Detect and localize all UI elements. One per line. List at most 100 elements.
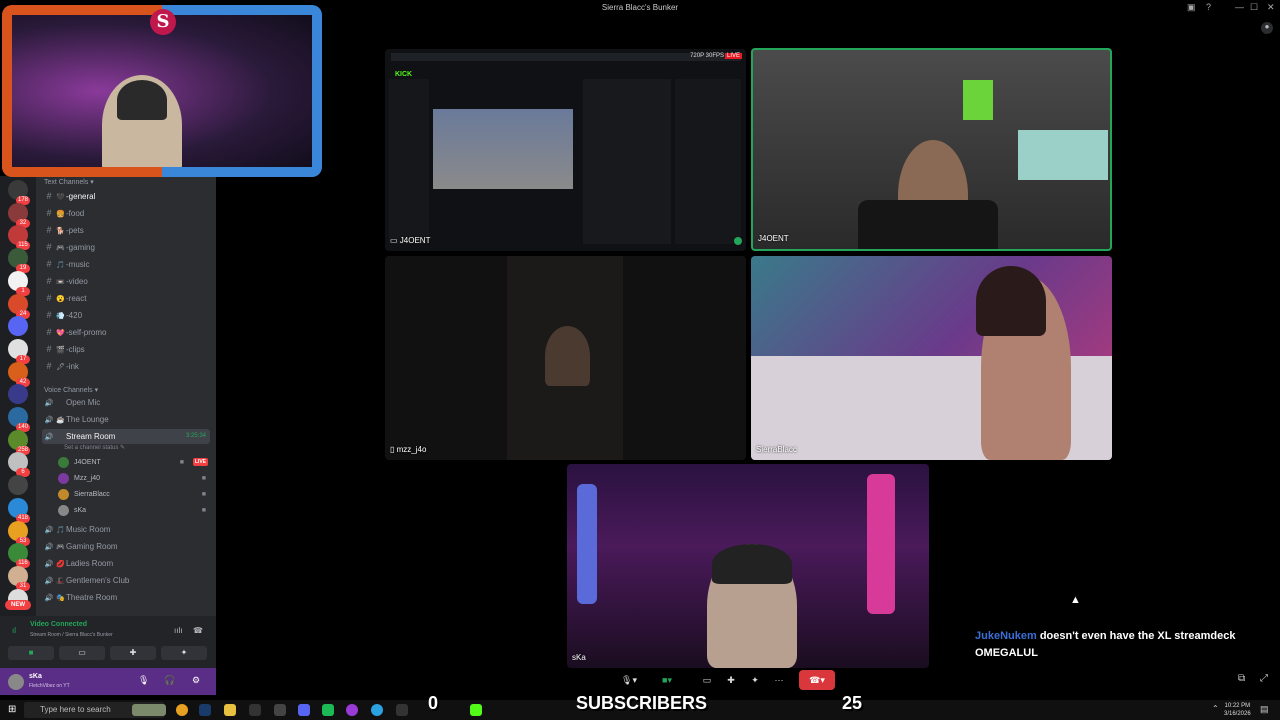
server-icon[interactable]: 53: [8, 520, 30, 546]
server-icon[interactable]: 116: [8, 543, 30, 569]
popout-icon[interactable]: ⧉: [1238, 673, 1245, 684]
text-channel-item[interactable]: # 🖤-general: [42, 189, 210, 204]
minimize-icon[interactable]: —: [1235, 2, 1244, 12]
server-icon[interactable]: [8, 475, 28, 496]
headphones-icon[interactable]: 🎧: [164, 675, 175, 686]
kick-chat: [583, 79, 671, 244]
server-icon[interactable]: 1: [8, 270, 30, 296]
text-channel-item[interactable]: # 🖋-ink: [42, 359, 210, 374]
weather-icon[interactable]: [132, 704, 166, 716]
screen-share-icon[interactable]: ▭: [697, 670, 717, 690]
channel-status[interactable]: Set a channel status ✎: [64, 444, 125, 451]
soundboard-button[interactable]: ✦: [161, 646, 207, 660]
speaker-icon: 🔊: [44, 544, 54, 551]
server-icon[interactable]: 258: [8, 429, 30, 455]
voice-channels-header[interactable]: Voice Channels ▾: [44, 386, 98, 394]
server-icon[interactable]: 115: [8, 225, 30, 251]
file-explorer-icon[interactable]: [224, 704, 236, 716]
voice-user[interactable]: J4OENT LIVE ■: [58, 455, 208, 470]
voice-channel-item[interactable]: 🔊 💋Ladies Room: [42, 556, 210, 571]
activities-icon[interactable]: ✚: [721, 670, 741, 690]
voice-user[interactable]: Mzz_j40 ■: [58, 471, 208, 486]
camera-button[interactable]: ■: [8, 646, 54, 660]
more-options-icon[interactable]: ···: [769, 670, 789, 690]
server-icon[interactable]: 418: [8, 497, 30, 523]
text-channel-item[interactable]: # 🎵-music: [42, 257, 210, 272]
signal-icon[interactable]: ıl: [12, 626, 16, 635]
obs-icon[interactable]: [249, 704, 261, 716]
channel-emoji: 🎮: [56, 544, 65, 551]
app-icon[interactable]: [346, 704, 358, 716]
windows-start-icon[interactable]: ⊞: [8, 704, 16, 715]
help-icon[interactable]: ?: [1206, 2, 1211, 12]
channel-emoji: 📼: [56, 279, 65, 286]
channel-emoji: 🖤: [56, 194, 65, 201]
text-channel-item[interactable]: # 🐕-pets: [42, 223, 210, 238]
taskbar-clock[interactable]: 10:22 PM 3/16/2026: [1224, 702, 1251, 718]
app-icon[interactable]: [274, 704, 286, 716]
video-tile-ska[interactable]: sKa: [567, 464, 929, 668]
text-channel-item[interactable]: # 😮-react: [42, 291, 210, 306]
server-icon[interactable]: 42: [8, 361, 30, 387]
text-channel-item[interactable]: # 💨-420: [42, 308, 210, 323]
video-tile-screen-share[interactable]: 720P 30FPS LIVE KICK ▭ J4OENT: [385, 49, 746, 251]
text-channel-item[interactable]: # 🎬-clips: [42, 342, 210, 357]
telegram-icon[interactable]: [371, 704, 383, 716]
text-channel-item[interactable]: # 📼-video: [42, 274, 210, 289]
activities-button[interactable]: ✚: [110, 646, 156, 660]
kick-icon[interactable]: [470, 704, 482, 716]
server-icon[interactable]: 178: [8, 180, 30, 205]
server-icon[interactable]: 32: [8, 202, 30, 228]
inbox-window-icon[interactable]: ▣: [1187, 2, 1196, 13]
voice-channel-item[interactable]: 🔊 Open Mic: [42, 395, 210, 410]
discord-icon[interactable]: [298, 704, 310, 716]
screen-share-button[interactable]: ▭: [59, 646, 105, 660]
avatar[interactable]: [8, 674, 24, 690]
microphone-icon[interactable]: 🎙: [138, 675, 149, 686]
server-icon[interactable]: 24: [8, 293, 30, 319]
noise-suppression-icon[interactable]: ıılı: [174, 626, 182, 635]
voice-channel-item[interactable]: 🔊 🎵Music Room: [42, 522, 210, 537]
voice-channel-item[interactable]: 🔊 Stream Room 3:25:34: [42, 429, 210, 444]
maximize-icon[interactable]: ☐: [1250, 2, 1258, 13]
voice-channel-item[interactable]: 🔊 🎭Theatre Room: [42, 590, 210, 605]
video-tile-sierrablacc[interactable]: SierraBlacc: [751, 256, 1112, 460]
server-icon[interactable]: 6: [8, 452, 30, 478]
end-call-button[interactable]: ☎▾: [799, 670, 835, 690]
tray-chevron-icon[interactable]: ⌃: [1212, 704, 1219, 713]
steam-icon[interactable]: [199, 704, 211, 716]
soundboard-icon[interactable]: ✦: [745, 670, 765, 690]
app-icon[interactable]: [396, 704, 408, 716]
fullscreen-icon[interactable]: ⤢: [1260, 673, 1268, 684]
text-channel-item[interactable]: # 🎮-gaming: [42, 240, 210, 255]
user-panel: sKa FletchVibez on YT 🎙 🎧 ⚙: [0, 668, 216, 695]
voice-channel-item[interactable]: 🔊 🎩Gentlemen's Club: [42, 573, 210, 588]
channel-emoji: ☕: [56, 417, 65, 424]
video-tile-mzz[interactable]: ▯ mzz_j4o: [385, 256, 746, 460]
microphone-icon[interactable]: 🎙▾: [617, 670, 641, 690]
app-icon[interactable]: [322, 704, 334, 716]
voice-channel-item[interactable]: 🔊 ☕The Lounge: [42, 412, 210, 427]
voice-user[interactable]: sKa ■: [58, 503, 208, 518]
server-icon[interactable]: [8, 384, 28, 405]
server-icon[interactable]: 17: [8, 338, 30, 364]
voice-user[interactable]: SierraBlacc ■: [58, 487, 208, 502]
disconnect-icon[interactable]: ☎: [193, 626, 203, 635]
video-icon: ■: [201, 475, 206, 482]
text-channel-item[interactable]: # 💖-self-promo: [42, 325, 210, 340]
server-icon[interactable]: 31: [8, 565, 30, 591]
notification-icon[interactable]: ▤: [1260, 704, 1269, 715]
video-tile-j4oent[interactable]: J4OENT: [751, 48, 1112, 251]
camera-toggle-icon[interactable]: ■▾: [645, 670, 689, 690]
hash-icon: #: [46, 344, 52, 354]
chat-bubble-icon[interactable]: ●: [1261, 22, 1273, 34]
text-channel-item[interactable]: # 🍔-food: [42, 206, 210, 221]
server-icon[interactable]: 140: [8, 407, 30, 432]
settings-gear-icon[interactable]: ⚙: [192, 675, 200, 686]
server-icon[interactable]: 19: [8, 248, 30, 274]
chrome-icon[interactable]: [176, 704, 188, 716]
text-channels-header[interactable]: Text Channels ▾: [44, 178, 94, 186]
close-icon[interactable]: ✕: [1267, 2, 1275, 13]
voice-channel-item[interactable]: 🔊 🎮Gaming Room: [42, 539, 210, 554]
server-icon[interactable]: [8, 316, 28, 337]
